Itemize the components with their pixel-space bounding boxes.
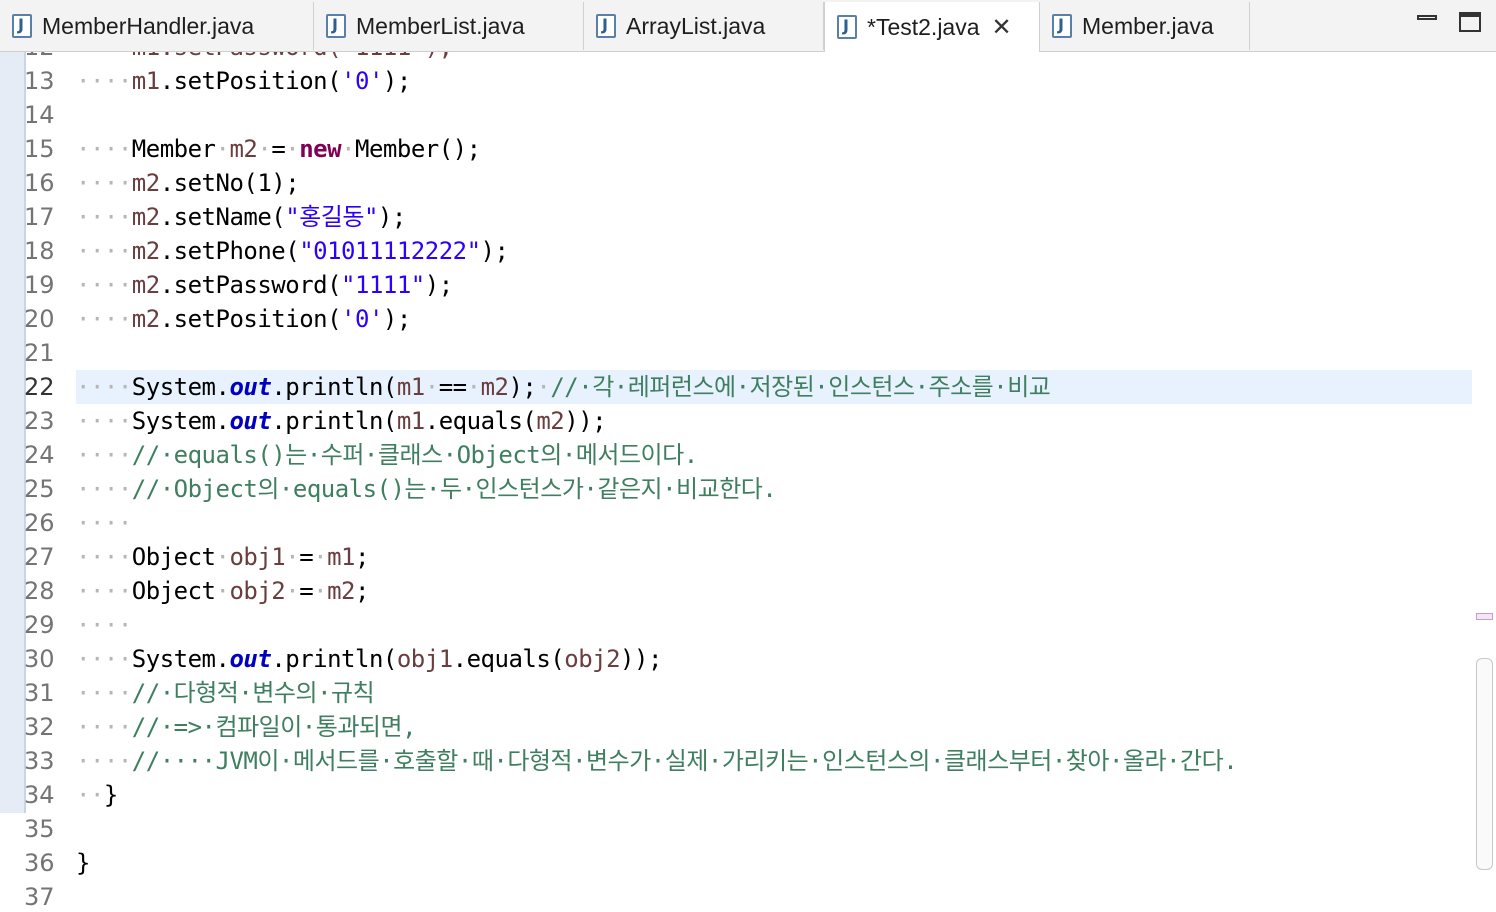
line-number: 29: [24, 611, 55, 639]
code-text[interactable]: ····System.out.println(m1·==·m2);·//·각·레…: [76, 370, 1051, 404]
code-text[interactable]: ····Object·obj1·=·m1;: [76, 540, 369, 574]
line-number: 20: [24, 305, 55, 333]
code-line-29[interactable]: 29 ····: [0, 608, 1496, 642]
code-text[interactable]: ····m2.setName("홍길동");: [76, 200, 406, 234]
code-line-16[interactable]: 16 ····m2.setNo(1);: [0, 166, 1496, 200]
code-text[interactable]: m1.setPassword("1111");: [76, 52, 453, 64]
code-line-33[interactable]: 33 ····//····JVM이·메서드를·호출할·때·다형적·변수가·실제·가…: [0, 744, 1496, 778]
java-file-icon: [837, 15, 857, 39]
code-text[interactable]: }: [76, 846, 90, 880]
code-text[interactable]: ····//·다형적·변수의·규칙: [76, 676, 375, 710]
line-number: 26: [24, 509, 55, 537]
code-line-36[interactable]: 36}: [0, 846, 1496, 880]
line-number: 37: [24, 883, 55, 911]
code-line-26[interactable]: 26 ····: [0, 506, 1496, 540]
line-number: 35: [24, 815, 55, 843]
code-text[interactable]: ····System.out.println(obj1.equals(obj2)…: [76, 642, 662, 676]
code-line-35[interactable]: 35: [0, 812, 1496, 846]
maximize-icon[interactable]: [1459, 12, 1481, 32]
tab-label: MemberHandler.java: [42, 12, 255, 39]
code-line-17[interactable]: 17 ····m2.setName("홍길동");: [0, 200, 1496, 234]
line-number: 27: [24, 543, 55, 571]
code-text[interactable]: ····//·=>·컴파일이·통과되면,: [76, 710, 417, 744]
code-editor[interactable]: 12 m1.setPassword("1111"); 13 ····m1.setPo…: [0, 52, 1496, 912]
line-number: 30: [24, 645, 55, 673]
code-text[interactable]: ····Member·m2·=·new·Member();: [76, 132, 481, 166]
tab-test2-java[interactable]: *Test2.java ✕: [824, 2, 1040, 52]
code-text[interactable]: ··}: [76, 778, 118, 812]
java-file-icon: [1052, 14, 1072, 38]
line-number: 19: [24, 271, 55, 299]
line-number: 14: [24, 101, 55, 129]
minimize-icon[interactable]: [1416, 12, 1438, 32]
tab-label: Member.java: [1082, 12, 1214, 39]
line-number: 12: [24, 52, 64, 64]
tab-label: ArrayList.java: [626, 12, 766, 39]
tab-arraylist-java[interactable]: ArrayList.java: [584, 2, 824, 50]
code-line-27[interactable]: 27 ····Object·obj1·=·m1;: [0, 540, 1496, 574]
code-line-37[interactable]: 37: [0, 880, 1496, 912]
code-line-31[interactable]: 31 ····//·다형적·변수의·규칙: [0, 676, 1496, 710]
overview-ruler-marker[interactable]: [1476, 613, 1493, 620]
tab-memberhandler-java[interactable]: MemberHandler.java: [0, 2, 314, 50]
code-text[interactable]: ····: [76, 506, 132, 540]
line-number: 25: [24, 475, 55, 503]
code-text[interactable]: ····//·equals()는·수퍼·클래스·Object의·메서드이다.: [76, 438, 698, 472]
code-line-28[interactable]: 28 ····Object·obj2·=·m2;: [0, 574, 1496, 608]
code-line-14[interactable]: 14: [0, 98, 1496, 132]
vertical-scrollbar[interactable]: [1476, 658, 1493, 870]
line-number: 21: [24, 339, 55, 367]
code-line-22[interactable]: 22 ····System.out.println(m1·==·m2);·//·각…: [0, 370, 1496, 404]
java-file-icon: [326, 14, 346, 38]
code-line-20[interactable]: 20 ····m2.setPosition('0');: [0, 302, 1496, 336]
tab-label: MemberList.java: [356, 12, 525, 39]
code-line-13[interactable]: 13 ····m1.setPosition('0');: [0, 64, 1496, 98]
code-text[interactable]: ····Object·obj2·=·m2;: [76, 574, 369, 608]
code-line-15[interactable]: 15 ····Member·m2·=·new·Member();: [0, 132, 1496, 166]
line-number: 22: [24, 373, 55, 401]
java-file-icon: [12, 14, 32, 38]
code-line-18[interactable]: 18 ····m2.setPhone("01011112222");: [0, 234, 1496, 268]
editor-tab-bar: MemberHandler.java MemberList.java ArrayLi…: [0, 0, 1496, 52]
code-text[interactable]: ····//····JVM이·메서드를·호출할·때·다형적·변수가·실제·가리키…: [76, 744, 1238, 778]
line-number: 18: [24, 237, 55, 265]
code-line-24[interactable]: 24 ····//·equals()는·수퍼·클래스·Object의·메서드이다.: [0, 438, 1496, 472]
line-number: 33: [24, 747, 55, 775]
code-text[interactable]: ····m2.setPosition('0');: [76, 302, 411, 336]
line-number: 31: [24, 679, 55, 707]
line-number: 32: [24, 713, 55, 741]
code-text[interactable]: ····m1.setPosition('0');: [76, 64, 411, 98]
code-text[interactable]: ····m2.setPassword("1111");: [76, 268, 453, 302]
tab-memberlist-java[interactable]: MemberList.java: [314, 2, 584, 50]
code-line-12[interactable]: 12 m1.setPassword("1111");: [0, 52, 1496, 64]
code-line-34[interactable]: 34 ··}: [0, 778, 1496, 812]
line-number: 23: [24, 407, 55, 435]
java-file-icon: [596, 14, 616, 38]
line-number: 15: [24, 135, 55, 163]
code-text[interactable]: ····System.out.println(m1.equals(m2));: [76, 404, 607, 438]
line-number: 36: [24, 849, 55, 877]
line-number: 34: [24, 781, 55, 809]
tab-member-java[interactable]: Member.java: [1040, 2, 1250, 50]
line-number: 13: [24, 67, 55, 95]
code-line-23[interactable]: 23 ····System.out.println(m1.equals(m2));: [0, 404, 1496, 438]
code-text[interactable]: ····m2.setNo(1);: [76, 166, 300, 200]
code-line-25[interactable]: 25 ····//·Object의·equals()는·두·인스턴스가·같은지·비…: [0, 472, 1496, 506]
tab-label: *Test2.java: [867, 13, 980, 40]
code-text[interactable]: ····//·Object의·equals()는·두·인스턴스가·같은지·비교한…: [76, 472, 777, 506]
line-number: 28: [24, 577, 55, 605]
line-number: 24: [24, 441, 55, 469]
close-icon[interactable]: ✕: [992, 13, 1012, 41]
code-text[interactable]: ····: [76, 608, 132, 642]
line-number: 17: [24, 203, 55, 231]
line-number: 16: [24, 169, 55, 197]
code-line-21[interactable]: 21: [0, 336, 1496, 370]
code-line-19[interactable]: 19 ····m2.setPassword("1111");: [0, 268, 1496, 302]
code-line-30[interactable]: 30 ····System.out.println(obj1.equals(obj…: [0, 642, 1496, 676]
code-line-32[interactable]: 32 ····//·=>·컴파일이·통과되면,: [0, 710, 1496, 744]
code-text[interactable]: ····m2.setPhone("01011112222");: [76, 234, 509, 268]
